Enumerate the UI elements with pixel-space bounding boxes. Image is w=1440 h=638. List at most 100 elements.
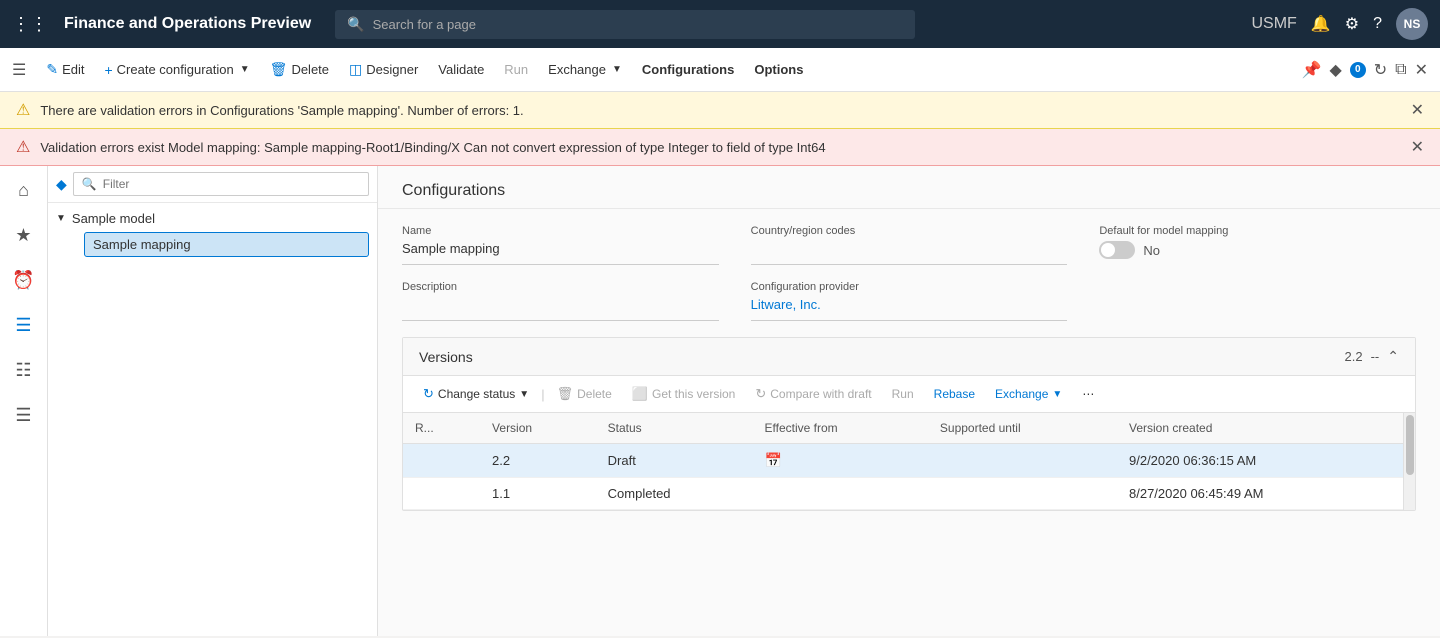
command-bar: ☰ ✎ Edit + Create configuration ▼ 🗑 Dele… (0, 48, 1440, 92)
exchange-chevron-icon: ▼ (1052, 389, 1062, 400)
version-created-cell: 9/2/2020 06:36:15 AM (1117, 444, 1403, 478)
delete-button[interactable]: 🗑 Delete (262, 57, 337, 82)
version-created-cell: 8/27/2020 06:45:49 AM (1117, 478, 1403, 510)
notification-badge[interactable]: 0 (1350, 62, 1366, 78)
delete-icon: 🗑 (270, 61, 288, 78)
configurations-button[interactable]: Configurations (634, 58, 742, 81)
versions-toolbar: ↻ Change status ▼ | 🗑 Delete ⬜ Get this … (403, 376, 1415, 413)
run-button[interactable]: Run (496, 58, 536, 81)
fullscreen-icon[interactable]: ◆ (1329, 60, 1341, 80)
versions-header: Versions 2.2 -- ⌃ (403, 338, 1415, 376)
notification-icon[interactable]: 🔔 (1311, 14, 1331, 34)
refresh-icon[interactable]: ↻ (1374, 60, 1387, 80)
versions-version-number: 2.2 (1345, 349, 1363, 364)
filter-input[interactable] (103, 177, 360, 191)
grid-side-icon[interactable]: ☷ (9, 354, 37, 387)
default-mapping-toggle-label: No (1143, 243, 1160, 258)
versions-table-container: R... Version Status Effective from Suppo… (403, 413, 1415, 510)
col-version-created: Version created (1117, 413, 1403, 444)
description-field: Description (402, 281, 719, 321)
app-grid-icon[interactable]: ⋮⋮ (12, 14, 48, 35)
tree-child-label: Sample mapping (93, 237, 191, 252)
main-area: ⌂ ★ ⏰ ☰ ☷ ☰ ◆ 🔍 ▼ Sample model Sample ma… (0, 166, 1440, 636)
versions-title: Versions (419, 349, 473, 365)
versions-exchange-button[interactable]: Exchange ▼ (987, 383, 1070, 405)
compare-with-draft-label: Compare with draft (770, 387, 871, 401)
hamburger-icon[interactable]: ☰ (12, 60, 26, 80)
command-bar-right-icons: 📌 ◆ 0 ↻ ⧉ ✕ (1302, 60, 1428, 80)
default-mapping-toggle[interactable] (1099, 241, 1135, 259)
warning-message: There are validation errors in Configura… (40, 103, 523, 118)
help-icon[interactable]: ? (1373, 15, 1382, 33)
compare-icon: ↻ (755, 386, 766, 402)
tree-child-item[interactable]: Sample mapping (84, 232, 369, 257)
change-status-icon: ↻ (423, 386, 434, 402)
top-nav-bar: ⋮⋮ Finance and Operations Preview 🔍 USMF… (0, 0, 1440, 48)
versions-delete-button[interactable]: 🗑 Delete (549, 382, 620, 406)
compare-with-draft-button[interactable]: ↻ Compare with draft (747, 382, 879, 406)
r-cell (403, 444, 480, 478)
error-close-button[interactable]: ✕ (1411, 137, 1424, 157)
tree-content: ▼ Sample model Sample mapping (48, 203, 377, 265)
table-header-row: R... Version Status Effective from Suppo… (403, 413, 1403, 444)
warning-alert: ⚠ There are validation errors in Configu… (0, 92, 1440, 129)
recent-side-icon[interactable]: ⏰ (6, 264, 40, 297)
exchange-button[interactable]: Exchange ▼ (540, 58, 630, 81)
calendar-icon[interactable]: 📅 (765, 452, 782, 468)
table-row[interactable]: 1.1Completed8/27/2020 06:45:49 AM (403, 478, 1403, 510)
versions-exchange-label: Exchange (995, 387, 1048, 401)
provider-value[interactable]: Litware, Inc. (751, 297, 1068, 321)
validate-label: Validate (438, 62, 484, 77)
list-side-icon[interactable]: ☰ (9, 309, 37, 342)
toggle-knob (1101, 243, 1115, 257)
scrollbar-thumb (1406, 415, 1414, 475)
home-side-icon[interactable]: ⌂ (12, 174, 35, 207)
menu-side-icon[interactable]: ☰ (9, 399, 37, 432)
error-message: Validation errors exist Model mapping: S… (40, 140, 825, 155)
pinned-icon[interactable]: 📌 (1302, 60, 1322, 80)
edit-button[interactable]: ✎ Edit (38, 57, 92, 82)
scrollbar[interactable] (1403, 413, 1415, 510)
top-right-icons: USMF 🔔 ⚙ ? NS (1252, 8, 1429, 40)
filter-input-container[interactable]: 🔍 (73, 172, 369, 196)
create-configuration-button[interactable]: + Create configuration ▼ (96, 58, 257, 82)
rebase-button[interactable]: Rebase (926, 383, 983, 405)
description-value[interactable] (402, 297, 719, 321)
table-row[interactable]: 2.2Draft📅9/2/2020 06:36:15 AM (403, 444, 1403, 478)
col-version: Version (480, 413, 596, 444)
tree-collapse-icon[interactable]: ▼ (56, 213, 66, 224)
get-this-version-label: Get this version (652, 387, 735, 401)
more-options-button[interactable]: ⋯ (1074, 383, 1102, 405)
tree-parent-item[interactable]: ▼ Sample model (56, 211, 369, 226)
warning-close-button[interactable]: ✕ (1411, 100, 1424, 120)
search-input[interactable] (373, 17, 904, 32)
validate-button[interactable]: Validate (430, 58, 492, 81)
versions-run-button[interactable]: Run (884, 383, 922, 405)
designer-button[interactable]: ◫ Designer (341, 57, 426, 82)
get-this-version-button[interactable]: ⬜ Get this version (624, 382, 744, 406)
settings-icon[interactable]: ⚙ (1345, 14, 1359, 34)
col-supported-until: Supported until (928, 413, 1117, 444)
options-button[interactable]: Options (746, 58, 811, 81)
search-bar[interactable]: 🔍 (335, 10, 915, 39)
filter-icon[interactable]: ◆ (56, 176, 67, 193)
more-options-icon: ⋯ (1082, 387, 1094, 401)
popout-icon[interactable]: ⧉ (1395, 61, 1406, 79)
create-configuration-label: Create configuration (117, 62, 234, 77)
change-status-button[interactable]: ↻ Change status ▼ (415, 382, 537, 406)
search-icon: 🔍 (347, 16, 364, 33)
default-mapping-toggle-row: No (1099, 241, 1416, 259)
tree-toolbar: ◆ 🔍 (48, 166, 377, 203)
warning-icon: ⚠ (16, 100, 30, 120)
versions-collapse-icon[interactable]: ⌃ (1387, 348, 1399, 365)
designer-label: Designer (366, 62, 418, 77)
country-value[interactable] (751, 241, 1068, 265)
close-icon[interactable]: ✕ (1415, 60, 1428, 80)
version-cell: 1.1 (480, 478, 596, 510)
delete-label: Delete (291, 62, 329, 77)
star-side-icon[interactable]: ★ (9, 219, 37, 252)
user-avatar[interactable]: NS (1396, 8, 1428, 40)
filter-search-icon: 🔍 (82, 177, 97, 191)
col-status: Status (596, 413, 753, 444)
name-label: Name (402, 225, 719, 237)
